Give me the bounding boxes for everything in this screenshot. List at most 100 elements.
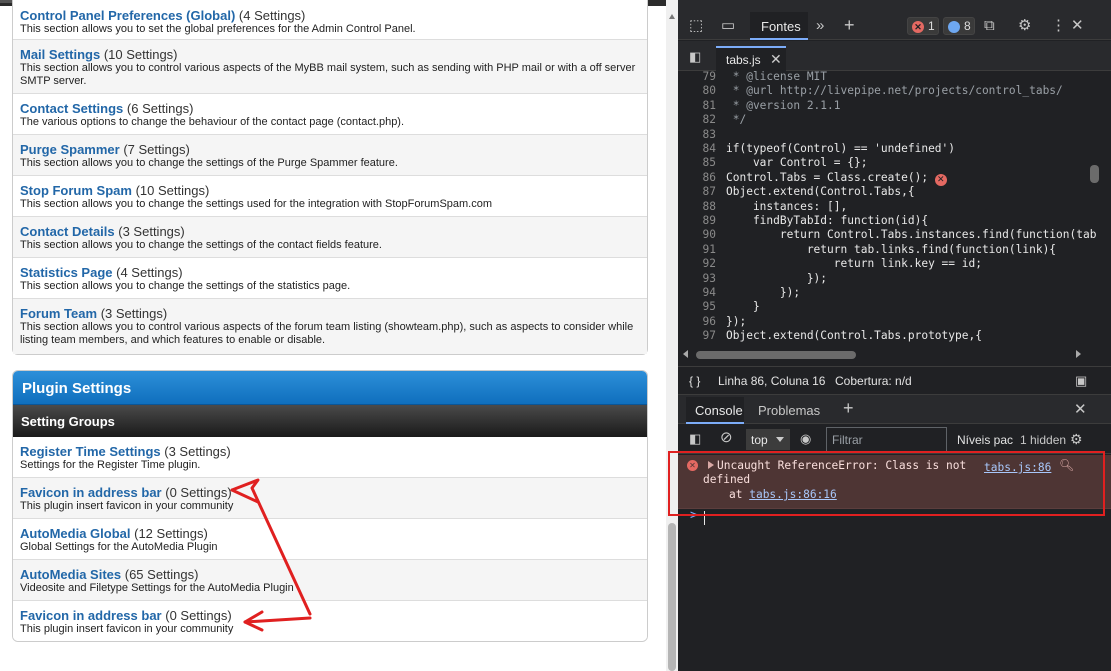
customize-icon[interactable]: ⧉ — [984, 18, 995, 34]
drawer-tabs: Console Problemas + ✕ — [678, 394, 1111, 424]
horizontal-scroll-thumb[interactable] — [696, 351, 856, 359]
search-icon[interactable]: 🔍︎ — [1059, 458, 1074, 472]
tab-problems[interactable]: Problemas — [758, 403, 820, 418]
settings-count: (0 Settings) — [165, 485, 232, 500]
console-filter-bar: ◧ ⊘ top ◉ Filtrar Níveis pac 1 hidden ⚙ — [678, 425, 1111, 454]
chevron-down-icon — [776, 437, 784, 442]
settings-group-row[interactable]: Control Panel Preferences (Global) (4 Se… — [13, 0, 647, 40]
plugin-group-link[interactable]: Favicon in address bar — [20, 485, 162, 500]
scroll-left-icon[interactable] — [683, 350, 688, 358]
expand-triangle-icon[interactable] — [708, 461, 714, 469]
code-line: return tab.links.find(function(link){ — [726, 242, 1057, 256]
code-editor[interactable]: 79 * @license MIT 80 * @url http://livep… — [678, 71, 1111, 346]
line-number: 81 — [702, 98, 716, 112]
settings-group-desc: This section allows you to change the se… — [20, 198, 493, 210]
tab-sources[interactable]: Fontes — [750, 12, 808, 40]
plugin-group-link[interactable]: AutoMedia Global — [20, 526, 131, 541]
page-scrollbar[interactable] — [666, 0, 678, 671]
context-selector[interactable]: top — [746, 429, 790, 450]
setting-groups-subheader: Setting Groups — [13, 405, 647, 437]
console-prompt[interactable]: > — [678, 508, 1111, 671]
line-number: 95 — [702, 300, 716, 314]
plugin-group-row[interactable]: AutoMedia Sites (65 Settings) Videosite … — [13, 560, 647, 601]
line-number: 91 — [702, 242, 716, 256]
file-tab-tabs-js[interactable]: tabs.js ✕ — [716, 46, 786, 71]
settings-group-link[interactable]: Stop Forum Spam — [20, 183, 132, 198]
settings-group-link[interactable]: Statistics Page — [20, 265, 113, 280]
plugin-group-desc: Global Settings for the AutoMedia Plugin — [20, 541, 218, 553]
settings-group-desc: This section allows you to change the se… — [20, 157, 398, 169]
cursor-position: Linha 86, Coluna 16 — [718, 374, 826, 388]
error-count-badge[interactable]: ✕ 1 — [907, 17, 939, 35]
text-caret — [704, 511, 705, 525]
settings-group-row[interactable]: Forum Team (3 Settings) This section all… — [13, 299, 647, 354]
settings-group-link[interactable]: Forum Team — [20, 306, 97, 321]
plugin-group-row[interactable]: AutoMedia Global (12 Settings) Global Se… — [13, 519, 647, 560]
settings-group-desc: This section allows you to change the se… — [20, 280, 351, 292]
settings-group-row[interactable]: Purge Spammer (7 Settings) This section … — [13, 135, 647, 176]
settings-group-link[interactable]: Contact Details — [20, 224, 115, 239]
filter-input[interactable]: Filtrar — [826, 427, 947, 452]
code-line: * @version 2.1.1 — [726, 98, 841, 112]
inspect-icon[interactable]: ⬚ — [689, 18, 703, 34]
editor-scrollbar-thumb[interactable] — [1090, 165, 1099, 183]
code-line: * @url http://livepipe.net/projects/cont… — [726, 84, 1063, 98]
close-drawer-icon[interactable]: ✕ — [1074, 402, 1087, 418]
settings-group-row[interactable]: Stop Forum Spam (10 Settings) This secti… — [13, 176, 647, 217]
console-settings-icon[interactable]: ⚙ — [1070, 431, 1083, 447]
settings-group-link[interactable]: Mail Settings — [20, 47, 100, 62]
pretty-print-button[interactable]: { } — [689, 374, 700, 388]
kebab-menu-icon[interactable]: ⋮ — [1051, 18, 1066, 34]
error-marker-icon[interactable]: ✕ — [934, 173, 947, 186]
scrollbar-thumb[interactable] — [668, 523, 676, 671]
editor-horizontal-scrollbar[interactable] — [678, 347, 1111, 362]
plugin-group-link[interactable]: Favicon in address bar — [20, 608, 162, 623]
device-toggle-icon[interactable]: ▭ — [721, 18, 735, 34]
tab-console[interactable]: Console — [686, 397, 744, 424]
clear-console-icon[interactable]: ⊘ — [720, 430, 733, 446]
settings-group-row[interactable]: Statistics Page (4 Settings) This sectio… — [13, 258, 647, 299]
settings-count: (3 Settings) — [164, 444, 231, 459]
settings-group-link[interactable]: Purge Spammer — [20, 142, 120, 157]
settings-group-desc: This section allows you to control vario… — [20, 62, 636, 87]
scroll-up-icon[interactable] — [669, 14, 675, 19]
settings-group-row[interactable]: Contact Settings (6 Settings) The variou… — [13, 94, 647, 135]
close-file-icon[interactable]: ✕ — [770, 51, 782, 68]
message-icon — [948, 21, 960, 33]
settings-group-row[interactable]: Contact Details (3 Settings) This sectio… — [13, 217, 647, 258]
add-tab-icon[interactable]: + — [844, 16, 855, 34]
toggle-navigator-icon[interactable]: ◧ — [689, 49, 701, 65]
add-drawer-tab-icon[interactable]: + — [843, 399, 854, 417]
settings-count: (7 Settings) — [123, 142, 190, 157]
settings-group-link[interactable]: Control Panel Preferences (Global) — [20, 8, 235, 23]
eye-icon[interactable]: ◉ — [800, 431, 811, 447]
settings-group-row[interactable]: Mail Settings (10 Settings) This section… — [13, 40, 647, 94]
settings-count: (3 Settings) — [118, 224, 185, 239]
code-line: if(typeof(Control) == 'undefined') — [726, 142, 956, 155]
editor-status-bar: { } Linha 86, Coluna 16 Cobertura: n/d ▣ — [678, 366, 1111, 394]
code-line: return Control.Tabs.instances.find(funct… — [726, 228, 1097, 242]
settings-group-desc: The various options to change the behavi… — [20, 116, 405, 128]
line-number: 79 — [702, 71, 716, 83]
plugin-group-link[interactable]: Register Time Settings — [20, 444, 161, 459]
error-source-link[interactable]: tabs.js:86 — [984, 461, 1051, 474]
console-error-message[interactable]: ✕ Uncaught ReferenceError: Class is not … — [678, 455, 1111, 509]
plugin-group-link[interactable]: AutoMedia Sites — [20, 567, 121, 582]
plugin-group-desc: This plugin insert favicon in your commu… — [20, 623, 234, 635]
log-levels-dropdown[interactable]: Níveis pac — [957, 433, 1013, 447]
message-count-badge[interactable]: 8 — [943, 17, 975, 35]
plugin-group-row[interactable]: Register Time Settings (3 Settings) Sett… — [13, 437, 647, 478]
settings-group-link[interactable]: Contact Settings — [20, 101, 123, 116]
sidebar-toggle-icon[interactable]: ◧ — [689, 431, 701, 447]
stack-frame-link[interactable]: tabs.js:86:16 — [749, 488, 837, 501]
plugin-group-desc: This plugin insert favicon in your commu… — [20, 500, 234, 512]
close-icon[interactable]: ✕ — [1071, 18, 1084, 34]
plugin-group-row[interactable]: Favicon in address bar (0 Settings) This… — [13, 478, 647, 519]
screenshot-icon[interactable]: ▣ — [1075, 373, 1087, 389]
code-line: */ — [726, 113, 747, 127]
plugin-group-row[interactable]: Favicon in address bar (0 Settings) This… — [13, 601, 647, 641]
scroll-right-icon[interactable] — [1076, 350, 1081, 358]
settings-icon[interactable]: ⚙ — [1018, 18, 1031, 34]
code-line: } — [726, 300, 760, 314]
more-tabs-icon[interactable]: » — [816, 18, 824, 34]
